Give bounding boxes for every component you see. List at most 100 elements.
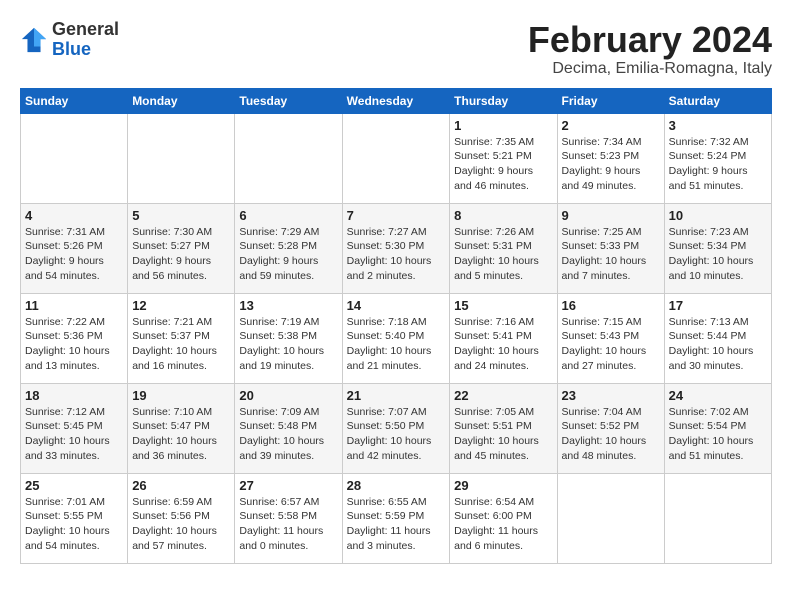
calendar-cell: 24 Sunrise: 7:02 AMSunset: 5:54 PMDayligh… bbox=[664, 383, 771, 473]
calendar-cell: 26 Sunrise: 6:59 AMSunset: 5:56 PMDayligh… bbox=[128, 473, 235, 563]
day-info: Sunrise: 7:30 AMSunset: 5:27 PMDaylight:… bbox=[132, 225, 230, 284]
calendar-cell: 2Sunrise: 7:34 AMSunset: 5:23 PMDaylight… bbox=[557, 113, 664, 203]
day-info: Sunrise: 7:31 AMSunset: 5:26 PMDaylight:… bbox=[25, 225, 123, 284]
day-info: Sunrise: 7:09 AMSunset: 5:48 PMDaylight:… bbox=[239, 405, 337, 464]
calendar-cell: 29 Sunrise: 6:54 AMSunset: 6:00 PMDayligh… bbox=[450, 473, 557, 563]
day-number: 16 bbox=[562, 298, 660, 313]
day-info: Sunrise: 7:07 AMSunset: 5:50 PMDaylight:… bbox=[347, 405, 446, 464]
day-info: Sunrise: 7:22 AMSunset: 5:36 PMDaylight:… bbox=[25, 315, 123, 374]
logo-text: General Blue bbox=[52, 20, 119, 60]
day-info: Sunrise: 7:35 AMSunset: 5:21 PMDaylight:… bbox=[454, 135, 552, 194]
day-of-week-header: Wednesday bbox=[342, 88, 450, 113]
calendar-cell: 7 Sunrise: 7:27 AMSunset: 5:30 PMDaylight… bbox=[342, 203, 450, 293]
calendar-week-row: 18 Sunrise: 7:12 AMSunset: 5:45 PMDayligh… bbox=[21, 383, 772, 473]
day-info: Sunrise: 7:29 AMSunset: 5:28 PMDaylight:… bbox=[239, 225, 337, 284]
day-number: 17 bbox=[669, 298, 767, 313]
calendar-cell: 10 Sunrise: 7:23 AMSunset: 5:34 PMDayligh… bbox=[664, 203, 771, 293]
day-of-week-header: Sunday bbox=[21, 88, 128, 113]
logo-general-text: General bbox=[52, 20, 119, 40]
day-number: 3 bbox=[669, 118, 767, 133]
calendar-week-row: 4 Sunrise: 7:31 AMSunset: 5:26 PMDaylight… bbox=[21, 203, 772, 293]
day-number: 21 bbox=[347, 388, 446, 403]
calendar-cell: 16 Sunrise: 7:15 AMSunset: 5:43 PMDayligh… bbox=[557, 293, 664, 383]
day-info: Sunrise: 7:02 AMSunset: 5:54 PMDaylight:… bbox=[669, 405, 767, 464]
day-of-week-header: Friday bbox=[557, 88, 664, 113]
calendar-cell bbox=[557, 473, 664, 563]
day-info: Sunrise: 7:05 AMSunset: 5:51 PMDaylight:… bbox=[454, 405, 552, 464]
calendar-cell: 23Sunrise: 7:04 AMSunset: 5:52 PMDayligh… bbox=[557, 383, 664, 473]
day-number: 6 bbox=[239, 208, 337, 223]
calendar-cell: 13 Sunrise: 7:19 AMSunset: 5:38 PMDayligh… bbox=[235, 293, 342, 383]
day-info: Sunrise: 6:59 AMSunset: 5:56 PMDaylight:… bbox=[132, 495, 230, 554]
day-info: Sunrise: 7:19 AMSunset: 5:38 PMDaylight:… bbox=[239, 315, 337, 374]
day-of-week-header: Monday bbox=[128, 88, 235, 113]
calendar-cell: 27Sunrise: 6:57 AMSunset: 5:58 PMDayligh… bbox=[235, 473, 342, 563]
day-info: Sunrise: 7:01 AMSunset: 5:55 PMDaylight:… bbox=[25, 495, 123, 554]
day-info: Sunrise: 7:27 AMSunset: 5:30 PMDaylight:… bbox=[347, 225, 446, 284]
day-info: Sunrise: 7:16 AMSunset: 5:41 PMDaylight:… bbox=[454, 315, 552, 374]
calendar-cell: 14 Sunrise: 7:18 AMSunset: 5:40 PMDayligh… bbox=[342, 293, 450, 383]
day-info: Sunrise: 7:04 AMSunset: 5:52 PMDaylight:… bbox=[562, 405, 660, 464]
calendar-cell: 12Sunrise: 7:21 AMSunset: 5:37 PMDayligh… bbox=[128, 293, 235, 383]
day-number: 9 bbox=[562, 208, 660, 223]
day-info: Sunrise: 7:26 AMSunset: 5:31 PMDaylight:… bbox=[454, 225, 552, 284]
day-info: Sunrise: 7:32 AMSunset: 5:24 PMDaylight:… bbox=[669, 135, 767, 194]
day-info: Sunrise: 7:18 AMSunset: 5:40 PMDaylight:… bbox=[347, 315, 446, 374]
calendar-cell: 20 Sunrise: 7:09 AMSunset: 5:48 PMDayligh… bbox=[235, 383, 342, 473]
day-number: 13 bbox=[239, 298, 337, 313]
calendar-week-row: 11Sunrise: 7:22 AMSunset: 5:36 PMDayligh… bbox=[21, 293, 772, 383]
day-number: 28 bbox=[347, 478, 446, 493]
calendar-week-row: 25 Sunrise: 7:01 AMSunset: 5:55 PMDayligh… bbox=[21, 473, 772, 563]
day-number: 1 bbox=[454, 118, 552, 133]
day-number: 5 bbox=[132, 208, 230, 223]
calendar-cell bbox=[664, 473, 771, 563]
calendar-cell: 1 Sunrise: 7:35 AMSunset: 5:21 PMDaylight… bbox=[450, 113, 557, 203]
calendar-cell: 19Sunrise: 7:10 AMSunset: 5:47 PMDayligh… bbox=[128, 383, 235, 473]
day-info: Sunrise: 7:25 AMSunset: 5:33 PMDaylight:… bbox=[562, 225, 660, 284]
day-of-week-header: Tuesday bbox=[235, 88, 342, 113]
calendar-cell: 15Sunrise: 7:16 AMSunset: 5:41 PMDayligh… bbox=[450, 293, 557, 383]
day-number: 4 bbox=[25, 208, 123, 223]
day-number: 7 bbox=[347, 208, 446, 223]
calendar-cell bbox=[342, 113, 450, 203]
logo: General Blue bbox=[20, 20, 119, 60]
day-number: 20 bbox=[239, 388, 337, 403]
day-number: 19 bbox=[132, 388, 230, 403]
month-title: February 2024 bbox=[528, 20, 772, 60]
calendar-cell: 22 Sunrise: 7:05 AMSunset: 5:51 PMDayligh… bbox=[450, 383, 557, 473]
day-info: Sunrise: 7:15 AMSunset: 5:43 PMDaylight:… bbox=[562, 315, 660, 374]
calendar-cell: 9 Sunrise: 7:25 AMSunset: 5:33 PMDaylight… bbox=[557, 203, 664, 293]
title-block: February 2024 Decima, Emilia-Romagna, It… bbox=[528, 20, 772, 78]
calendar-cell bbox=[235, 113, 342, 203]
day-number: 18 bbox=[25, 388, 123, 403]
logo-icon bbox=[20, 26, 48, 54]
day-info: Sunrise: 7:23 AMSunset: 5:34 PMDaylight:… bbox=[669, 225, 767, 284]
calendar-cell: 11Sunrise: 7:22 AMSunset: 5:36 PMDayligh… bbox=[21, 293, 128, 383]
day-info: Sunrise: 7:12 AMSunset: 5:45 PMDaylight:… bbox=[25, 405, 123, 464]
calendar-cell: 8 Sunrise: 7:26 AMSunset: 5:31 PMDaylight… bbox=[450, 203, 557, 293]
location-title: Decima, Emilia-Romagna, Italy bbox=[528, 60, 772, 78]
day-info: Sunrise: 7:21 AMSunset: 5:37 PMDaylight:… bbox=[132, 315, 230, 374]
day-number: 25 bbox=[25, 478, 123, 493]
day-number: 27 bbox=[239, 478, 337, 493]
calendar-body: 1 Sunrise: 7:35 AMSunset: 5:21 PMDaylight… bbox=[21, 113, 772, 563]
day-number: 8 bbox=[454, 208, 552, 223]
day-info: Sunrise: 7:34 AMSunset: 5:23 PMDaylight:… bbox=[562, 135, 660, 194]
calendar-week-row: 1 Sunrise: 7:35 AMSunset: 5:21 PMDaylight… bbox=[21, 113, 772, 203]
calendar-cell bbox=[21, 113, 128, 203]
day-number: 14 bbox=[347, 298, 446, 313]
day-number: 29 bbox=[454, 478, 552, 493]
logo-blue-text: Blue bbox=[52, 40, 119, 60]
day-number: 24 bbox=[669, 388, 767, 403]
calendar-cell: 28Sunrise: 6:55 AMSunset: 5:59 PMDayligh… bbox=[342, 473, 450, 563]
calendar-cell: 5 Sunrise: 7:30 AMSunset: 5:27 PMDaylight… bbox=[128, 203, 235, 293]
day-info: Sunrise: 7:13 AMSunset: 5:44 PMDaylight:… bbox=[669, 315, 767, 374]
calendar-cell: 3 Sunrise: 7:32 AMSunset: 5:24 PMDaylight… bbox=[664, 113, 771, 203]
calendar-table: SundayMondayTuesdayWednesdayThursdayFrid… bbox=[20, 88, 772, 564]
day-number: 26 bbox=[132, 478, 230, 493]
calendar-cell: 6 Sunrise: 7:29 AMSunset: 5:28 PMDaylight… bbox=[235, 203, 342, 293]
calendar-cell bbox=[128, 113, 235, 203]
day-info: Sunrise: 6:54 AMSunset: 6:00 PMDaylight:… bbox=[454, 495, 552, 554]
day-number: 10 bbox=[669, 208, 767, 223]
day-number: 22 bbox=[454, 388, 552, 403]
